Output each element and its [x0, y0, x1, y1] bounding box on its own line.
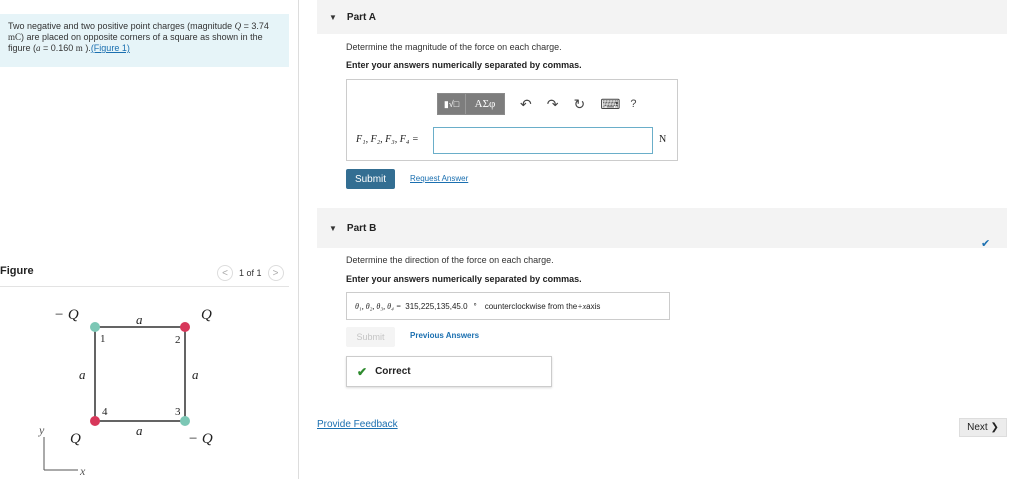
submit-button[interactable]: Submit: [346, 169, 395, 189]
charge-4-positive: [90, 416, 100, 426]
charges-figure: − Q Q Q − Q a a a a 1 2 3 4 y x: [38, 307, 213, 478]
charge-3-negative: [180, 416, 190, 426]
label-corner-2: 2: [175, 334, 181, 346]
panel-divider: [298, 0, 299, 479]
label-neg-q-top: − Q: [54, 307, 79, 323]
answer-value: 315,225,135,45.0: [405, 301, 468, 311]
charge-1-negative: [90, 322, 100, 332]
problem-statement: Two negative and two positive point char…: [0, 14, 289, 67]
label-neg-q-bottom: − Q: [188, 431, 213, 447]
equation-label: F₁, F₂, F₃, F₄ =: [356, 134, 419, 145]
prev-figure-button[interactable]: <: [217, 265, 233, 281]
submit-button-disabled: Submit: [346, 327, 395, 347]
figure-counter: 1 of 1: [239, 268, 262, 278]
label-side-top: a: [136, 312, 143, 327]
help-button[interactable]: ?: [630, 98, 636, 110]
label-pos-q-top: Q: [201, 307, 212, 323]
math-template-group: ▮√□ ΑΣφ: [437, 93, 505, 115]
part-a-title: Part A: [346, 11, 377, 23]
math-toolbar: ▮√□ ΑΣφ ↶ ↷ ↻ ⌨ ?: [437, 92, 637, 116]
figure-title: Figure: [0, 265, 34, 277]
next-button[interactable]: Next ❯: [959, 418, 1007, 437]
unit-mc: mC: [8, 32, 22, 42]
label-side-right: a: [192, 367, 199, 382]
part-a-question: Determine the magnitude of the force on …: [346, 42, 562, 52]
label-corner-3: 3: [175, 406, 181, 418]
label-side-left: a: [79, 367, 86, 382]
collapse-caret-icon: ▼: [329, 12, 337, 22]
check-icon: ✔: [357, 364, 368, 379]
part-a-answer-box: ▮√□ ΑΣφ ↶ ↷ ↻ ⌨ ? F₁, F₂, F₃, F₄ = N: [346, 79, 678, 161]
provide-feedback-link[interactable]: Provide Feedback: [317, 419, 398, 430]
label-pos-q-bottom: Q: [70, 431, 81, 447]
completed-check-icon: ✔: [981, 238, 991, 250]
correct-feedback: ✔ Correct: [346, 356, 552, 387]
square: [94, 326, 186, 422]
undo-icon[interactable]: ↶: [520, 96, 532, 113]
answer-suffix-1: counterclockwise from the: [484, 301, 578, 311]
templates-button[interactable]: ▮√□: [438, 94, 466, 114]
next-figure-button[interactable]: >: [267, 265, 284, 281]
label-corner-4: 4: [102, 406, 108, 418]
part-b-instruction: Enter your answers numerically separated…: [346, 274, 582, 284]
redo-icon[interactable]: ↷: [547, 96, 559, 113]
previous-answers-link[interactable]: Previous Answers: [410, 331, 479, 340]
unit-label: N: [659, 134, 667, 145]
figure-pager: < 1 of 1 >: [217, 264, 284, 282]
answer-axis: +x: [577, 301, 587, 311]
label-corner-1: 1: [100, 333, 106, 345]
label-side-bottom: a: [136, 423, 143, 438]
request-answer-link[interactable]: Request Answer: [410, 174, 468, 183]
part-a-header[interactable]: ▼ Part A: [317, 0, 1007, 34]
answer-label: θ₁, θ₂, θ₃, θ₄ =: [355, 301, 402, 311]
reset-icon[interactable]: ↻: [573, 96, 585, 113]
keyboard-icon[interactable]: ⌨: [600, 96, 620, 113]
part-b-header[interactable]: ▼ Part B: [317, 208, 1007, 248]
symbols-button[interactable]: ΑΣφ: [466, 94, 504, 114]
correct-label: Correct: [375, 366, 411, 377]
answer-input[interactable]: [433, 127, 653, 154]
part-b-answer-display: θ₁, θ₂, θ₃, θ₄ = 315,225,135,45.0 ° coun…: [346, 292, 670, 320]
x-axis-label: x: [79, 464, 86, 478]
unit-m: m: [75, 43, 83, 53]
figure-divider: [0, 286, 289, 287]
part-b-question: Determine the direction of the force on …: [346, 255, 554, 265]
degree-symbol: °: [473, 301, 477, 311]
charge-2-positive: [180, 322, 190, 332]
part-b-title: Part B: [346, 222, 377, 234]
part-a-instruction: Enter your answers numerically separated…: [346, 60, 582, 70]
answer-suffix-2: axis: [586, 301, 601, 311]
y-axis-label: y: [38, 423, 45, 437]
collapse-caret-icon: ▼: [329, 223, 337, 233]
figure-link[interactable]: (Figure 1): [91, 43, 130, 53]
